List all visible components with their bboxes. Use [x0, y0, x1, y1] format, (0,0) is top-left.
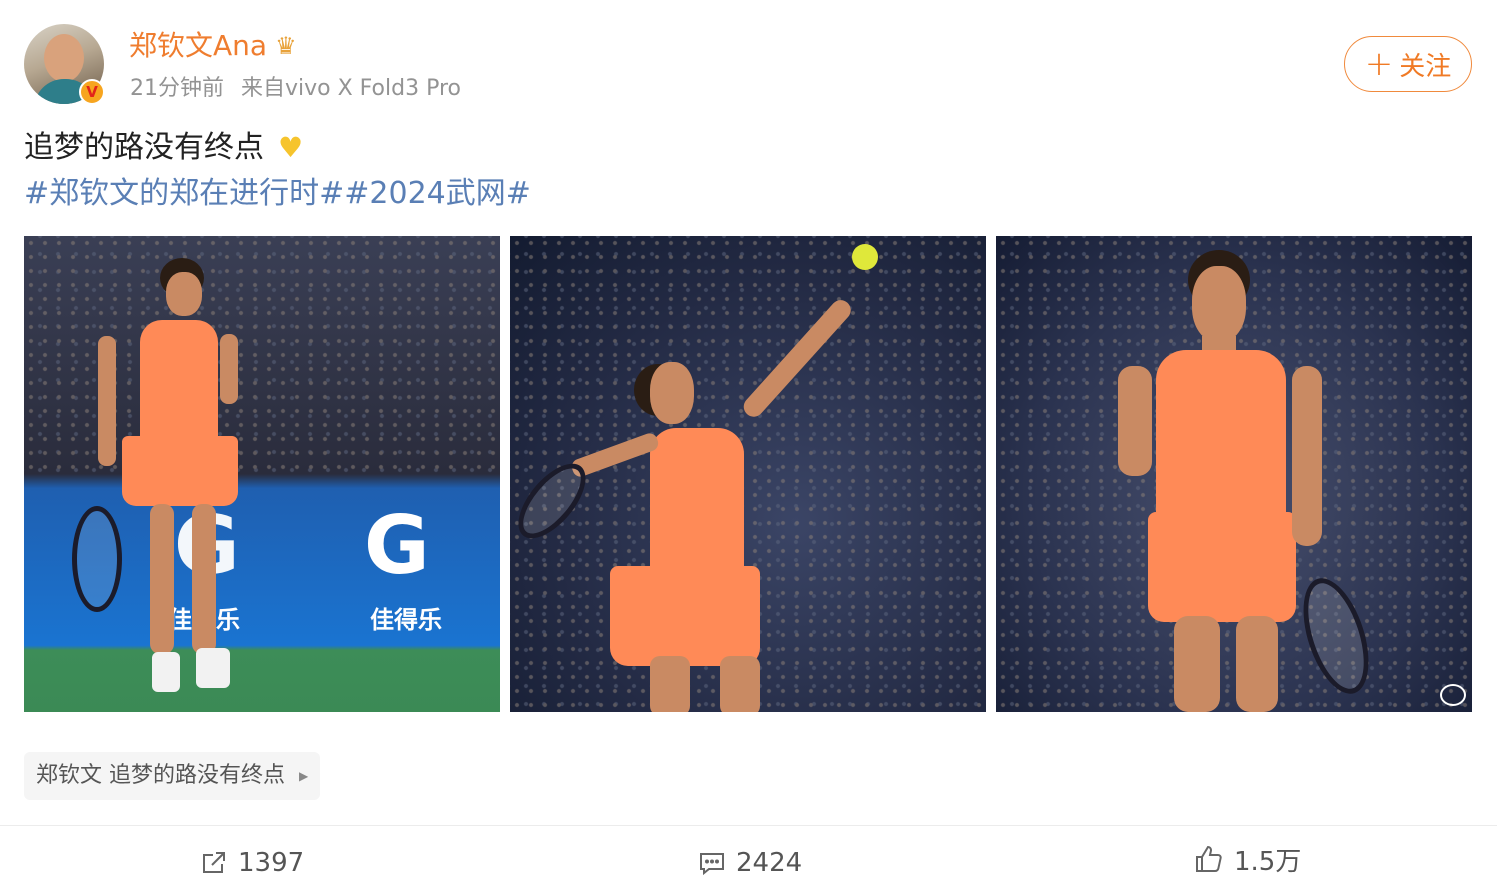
- post-body: 追梦的路没有终点: [24, 130, 264, 165]
- crowd-background: [24, 236, 500, 474]
- ad-text: 佳得乐: [370, 606, 442, 634]
- follow-label: 关注: [1399, 51, 1452, 82]
- comment-icon: [700, 853, 724, 876]
- post-source: 来自vivo X Fold3 Pro: [241, 76, 461, 101]
- ad-logo: G: [364, 499, 430, 592]
- username-row[interactable]: 郑钦文Ana ♛: [129, 28, 297, 64]
- share-button[interactable]: 1397: [200, 844, 304, 882]
- avatar-face: [44, 34, 84, 82]
- post-meta: 21分钟前 来自vivo X Fold3 Pro: [130, 74, 461, 104]
- post-photo-3[interactable]: [996, 236, 1472, 712]
- username[interactable]: 郑钦文Ana: [129, 28, 267, 64]
- thumbs-up-icon: [1196, 845, 1222, 872]
- plus-icon: +: [1364, 44, 1394, 84]
- post-photo-1[interactable]: G 佳得乐 G 佳得乐: [24, 236, 500, 712]
- post-text: 追梦的路没有终点 ♥: [24, 128, 303, 168]
- yellow-heart-icon: ♥: [278, 131, 304, 164]
- crown-icon: ♛: [275, 32, 297, 60]
- hashtag-wuhan-open[interactable]: #2024武网#: [344, 176, 531, 211]
- hashtag-zheng[interactable]: #郑钦文的郑在进行时#: [24, 176, 344, 211]
- comment-button[interactable]: 2424: [698, 844, 802, 882]
- verified-badge-icon: V: [79, 79, 105, 105]
- share-count: 1397: [238, 848, 305, 878]
- post-photo-2[interactable]: [510, 236, 986, 712]
- tennis-ball: [852, 244, 878, 270]
- hashtag-row: #郑钦文的郑在进行时##2024武网#: [24, 174, 531, 214]
- post-time[interactable]: 21分钟前: [130, 76, 224, 101]
- comment-count: 2424: [736, 848, 803, 878]
- follow-button[interactable]: + 关注: [1344, 36, 1472, 92]
- like-count: 1.5万: [1234, 846, 1302, 877]
- weibo-watermark-icon: [1440, 684, 1466, 706]
- like-button[interactable]: 1.5万: [1194, 840, 1301, 878]
- source-card[interactable]: 郑钦文 追梦的路没有终点 ▶: [24, 752, 321, 800]
- divider: [0, 825, 1497, 826]
- share-icon: [203, 852, 225, 873]
- source-card-label: 郑钦文 追梦的路没有终点: [36, 763, 285, 788]
- chevron-right-icon: ▶: [299, 769, 309, 783]
